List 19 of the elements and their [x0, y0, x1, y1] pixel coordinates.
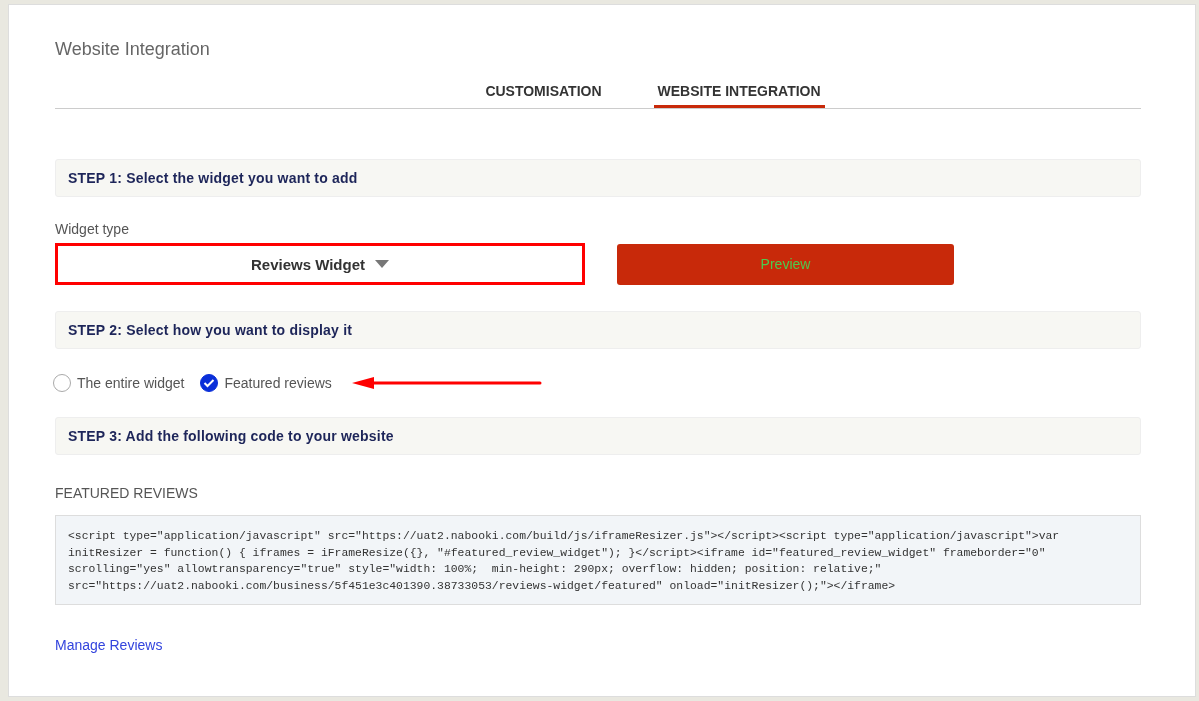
code-line: scrolling="yes" allowtransparency="true" style="width: 100%; min-height: 290px; overflow: hidden; position: relative;" — [68, 562, 883, 577]
page-title: Website Integration — [55, 39, 211, 61]
step-header: STEP 3: Add the following code to your website — [55, 417, 1141, 455]
step-header: STEP 2: Select how you want to display it — [55, 311, 1141, 349]
code-line: initResizer = function() { iframes = iFrameResize({}, "#featured_review_widget"); }</script><iframe id="featured_review_widget" frameborder="0" — [68, 545, 1047, 561]
radio-label: Featured reviews — [224, 375, 332, 391]
radio-label: The entire widget — [77, 375, 185, 391]
field-label: Widget type — [55, 221, 130, 237]
code-label: FEATURED REVIEWS — [55, 485, 199, 501]
step-header: STEP 1: Select the widget you want to add — [55, 159, 1141, 197]
tab[interactable]: CUSTOMISATION — [481, 75, 606, 108]
code-line: src="https://uat2.nabooki.com/business/5f451e3c401390.38733053/reviews-widget/featured" onload="initResizer();"></iframe> — [68, 578, 897, 594]
code-line: <script type="application/javascript" src="https://uat2.nabooki.com/build/js/iframeResizer.js"></script><script type="application/javascript">var — [68, 529, 1061, 544]
check-icon — [203, 378, 216, 388]
caret-icon — [375, 260, 390, 268]
radio-button[interactable] — [200, 374, 219, 392]
widget-type-dropdown[interactable]: Reviews Widget — [55, 243, 585, 285]
tab[interactable]: WEBSITE INTEGRATION — [653, 75, 825, 108]
manage-reviews-link[interactable]: Manage Reviews — [55, 637, 163, 653]
